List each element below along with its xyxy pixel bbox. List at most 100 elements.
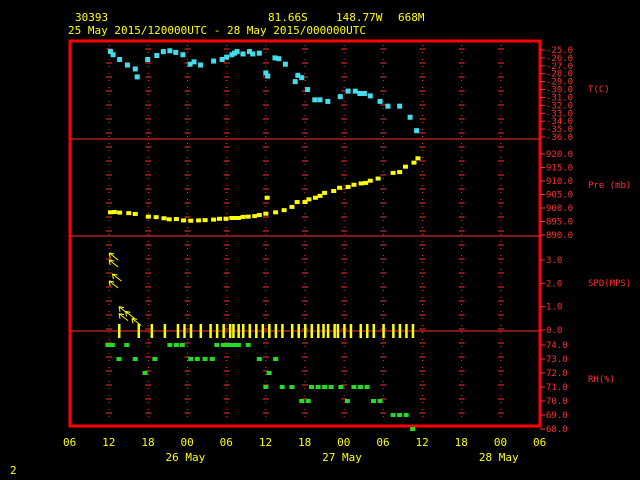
rh-point (167, 343, 173, 347)
wind-calm-mark (241, 324, 245, 338)
rh-point (220, 343, 226, 347)
temperature-point (352, 88, 358, 94)
rh-point (105, 343, 111, 347)
y-tick-label: 72.0 (546, 369, 568, 379)
wind-calm-mark (222, 324, 225, 338)
temperature-point (124, 62, 130, 68)
rh-point (351, 385, 357, 389)
y-tick-label: 0.0 (546, 326, 562, 336)
x-tick-label: 18 (298, 436, 311, 449)
rh-point (410, 427, 416, 431)
pressure-point (256, 213, 262, 218)
temperature-point (276, 56, 282, 62)
rh-point (245, 343, 251, 347)
wind-calm-mark (199, 324, 203, 338)
pressure-point (196, 218, 202, 223)
pressure-point (294, 200, 300, 205)
y-tick-label: 895.0 (546, 218, 573, 228)
temperature-point (337, 94, 343, 100)
wind-calm-mark (248, 324, 252, 338)
y-tick-label: 3.0 (546, 256, 562, 266)
panel-label-temperature: T(C) (588, 85, 610, 95)
wind-calm-mark (411, 324, 415, 338)
temperature-point (173, 49, 179, 55)
pressure-point (403, 164, 409, 169)
wind-calm-mark (290, 324, 294, 338)
wind-calm-mark (274, 324, 278, 338)
wind-calm-mark (215, 324, 219, 338)
wind-calm-mark (322, 324, 325, 338)
pressure-point (331, 188, 337, 193)
pressure-point (132, 211, 138, 216)
pressure-point (223, 216, 229, 221)
rh-point (344, 399, 350, 403)
wind-calm-mark (382, 324, 385, 338)
y-tick-label: 73.0 (546, 355, 568, 365)
wind-calm-mark (189, 324, 193, 338)
temperature-point (385, 103, 391, 109)
temperature-point (265, 73, 271, 79)
pressure-point (161, 216, 167, 221)
pressure-point (415, 156, 421, 161)
pressure-point (111, 210, 117, 215)
pressure-point (345, 184, 351, 189)
temperature-point (292, 79, 298, 85)
rh-point (209, 357, 215, 361)
rh-point (142, 371, 148, 375)
rh-point (202, 357, 208, 361)
rh-point (279, 385, 285, 389)
wind-calm-mark (366, 324, 369, 338)
rh-point (305, 399, 311, 403)
rh-point (357, 385, 363, 389)
wind-calm-mark (349, 324, 353, 338)
time-range: 25 May 2015/120000UTC - 28 May 2015/0000… (68, 24, 366, 37)
wind-calm-mark (343, 324, 346, 338)
temperature-point (154, 53, 160, 59)
y-tick-label: -36.0 (546, 133, 573, 143)
temperature-point (134, 74, 140, 80)
rh-point (109, 343, 115, 347)
wind-calm-mark (372, 324, 376, 338)
pressure-point (145, 214, 151, 219)
temperature-point (211, 58, 217, 64)
pressure-point (375, 176, 381, 181)
rh-point (256, 357, 262, 361)
rh-point (188, 357, 194, 361)
temperature-point (250, 51, 256, 57)
wind-calm-mark (176, 324, 180, 338)
pressure-point (240, 214, 246, 219)
wind-calm-mark (359, 324, 362, 338)
background (0, 0, 640, 480)
rh-point (116, 357, 122, 361)
temperature-point (305, 87, 311, 93)
page-number: 2 (10, 464, 17, 477)
pressure-point (126, 211, 132, 216)
x-tick-label: 18 (141, 436, 154, 449)
temperature-point (198, 62, 204, 68)
wind-calm-mark (392, 324, 395, 338)
temperature-point (180, 52, 186, 58)
rh-point (173, 343, 179, 347)
pressure-point (397, 170, 403, 175)
pressure-point (263, 211, 269, 216)
station-lon: 148.77W (336, 11, 383, 24)
y-tick-label: 2.0 (546, 279, 562, 289)
y-tick-label: 68.0 (546, 425, 568, 435)
wind-calm-mark (117, 324, 121, 338)
temperature-point (312, 97, 318, 103)
wind-calm-mark (336, 324, 340, 338)
pressure-point (216, 216, 222, 221)
rh-point (328, 385, 334, 389)
x-tick-label: 06 (533, 436, 546, 449)
temperature-point (299, 75, 305, 81)
y-tick-label: 920.0 (546, 150, 573, 160)
x-tick-label: 06 (376, 436, 389, 449)
wind-calm-mark (310, 324, 314, 338)
station-lat: 81.66S (268, 11, 308, 24)
temperature-point (145, 56, 151, 62)
panel-label-rh: RH(%) (588, 375, 615, 385)
rh-point (273, 357, 279, 361)
wind-calm-mark (317, 324, 320, 338)
rh-point (403, 413, 409, 417)
wind-calm-mark (326, 324, 330, 338)
